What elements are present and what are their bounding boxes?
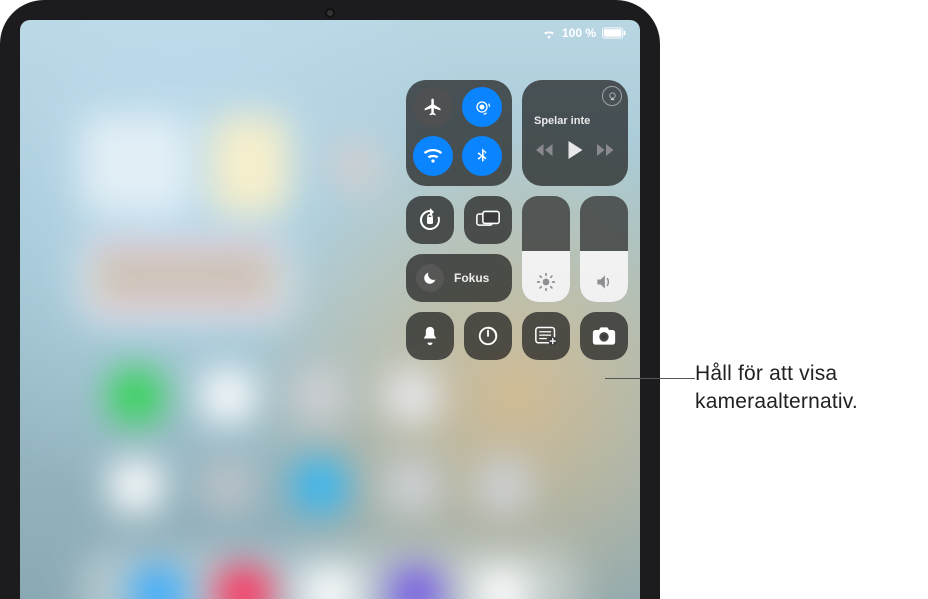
airplane-mode-toggle[interactable]	[413, 87, 453, 127]
timer-button[interactable]	[464, 312, 512, 360]
media-prev-button[interactable]	[536, 143, 554, 157]
wifi-toggle[interactable]	[413, 136, 453, 176]
focus-label: Fokus	[454, 271, 489, 285]
screen: 100 %	[20, 20, 640, 599]
connectivity-module[interactable]	[406, 80, 512, 186]
orientation-lock-button[interactable]	[406, 196, 454, 244]
battery-percentage: 100 %	[562, 26, 596, 40]
screen-mirroring-button[interactable]	[464, 196, 512, 244]
media-module[interactable]: Spelar inte	[522, 80, 628, 186]
control-center: Spelar inte	[406, 80, 628, 360]
status-bar: 100 %	[542, 26, 626, 40]
camera-button[interactable]	[580, 312, 628, 360]
media-play-button[interactable]	[568, 141, 583, 159]
focus-button[interactable]: Fokus	[406, 254, 512, 302]
bluetooth-toggle[interactable]	[462, 136, 502, 176]
brightness-slider[interactable]	[522, 196, 570, 302]
moon-icon	[416, 264, 444, 292]
battery-icon	[602, 27, 626, 39]
silent-mode-button[interactable]	[406, 312, 454, 360]
callout-text: Håll för att visa kameraalternativ.	[695, 360, 915, 417]
callout-leader-line	[605, 378, 695, 379]
volume-slider[interactable]	[580, 196, 628, 302]
media-status-label: Spelar inte	[522, 115, 590, 127]
ipad-frame: 100 %	[0, 0, 660, 599]
front-camera-dot	[325, 8, 335, 18]
wifi-status-icon	[542, 28, 556, 39]
airdrop-toggle[interactable]	[462, 87, 502, 127]
airplay-icon[interactable]	[602, 86, 622, 106]
quick-note-button[interactable]	[522, 312, 570, 360]
media-next-button[interactable]	[597, 143, 615, 157]
